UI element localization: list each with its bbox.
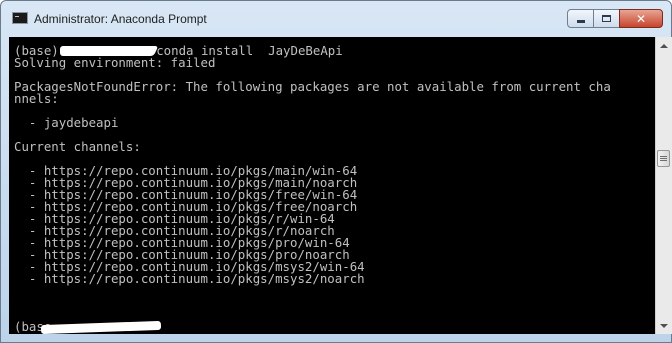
grip-line xyxy=(660,160,667,161)
console-output-line: Current channels: xyxy=(14,139,141,154)
current-prompt-line[interactable]: (base xyxy=(14,320,655,334)
output-lines: Solving environment: failed PackagesNotFo… xyxy=(14,55,655,286)
close-button[interactable]: ✕ xyxy=(619,9,663,28)
window-title: Administrator: Anaconda Prompt xyxy=(34,12,207,26)
console-output-line: nnels: xyxy=(14,91,59,106)
scroll-up-button[interactable] xyxy=(656,37,672,54)
arrow-up-icon xyxy=(660,43,668,48)
console-output-line: Solving environment: failed xyxy=(14,55,216,70)
console-output-line: - https://repo.continuum.io/pkgs/msys2/n… xyxy=(14,271,365,286)
arrow-down-icon xyxy=(660,323,668,328)
console-window-icon[interactable] xyxy=(12,12,28,24)
maximize-button[interactable] xyxy=(593,9,620,28)
anaconda-prompt-window: Administrator: Anaconda Prompt ✕ (base) … xyxy=(0,0,672,343)
minimize-icon xyxy=(576,19,585,23)
console-text: (base) conda install JayDeBeApi Solving e… xyxy=(14,44,655,334)
scroll-down-button[interactable] xyxy=(656,317,672,334)
window-bottom-border xyxy=(9,334,672,343)
title-bar[interactable]: Administrator: Anaconda Prompt ✕ xyxy=(1,1,671,37)
redacted-path-end xyxy=(115,46,159,56)
grip-line xyxy=(660,156,667,157)
vertical-scrollbar[interactable] xyxy=(655,37,672,334)
console-output[interactable]: (base) conda install JayDeBeApi Solving e… xyxy=(9,37,655,334)
scrollbar-thumb[interactable] xyxy=(657,150,670,167)
redacted-prompt-path xyxy=(41,320,162,334)
console-output-line: - jaydebeapi xyxy=(14,115,119,130)
console-output-line: PackagesNotFoundError: The following pac… xyxy=(14,79,611,94)
minimize-button[interactable] xyxy=(567,9,594,28)
grip-line xyxy=(660,158,667,159)
caption-buttons: ✕ xyxy=(567,9,663,29)
maximize-icon xyxy=(602,15,611,22)
close-icon: ✕ xyxy=(635,11,647,26)
